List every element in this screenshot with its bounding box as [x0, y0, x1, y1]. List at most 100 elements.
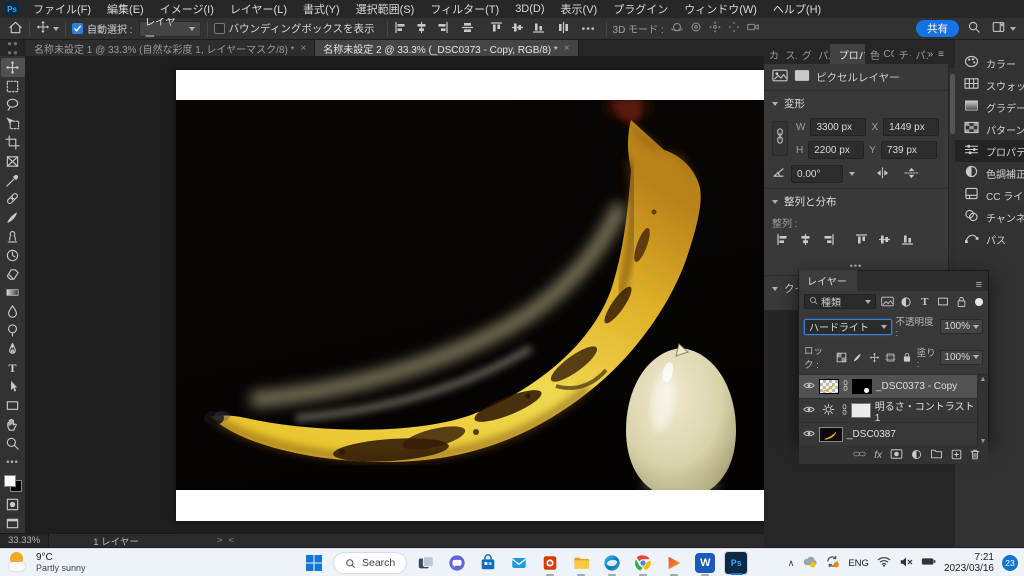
lasso-tool[interactable] [1, 96, 25, 115]
layer-name[interactable]: _DSC0373 - Copy [876, 381, 957, 392]
panel-tab[interactable]: チャ [894, 44, 911, 64]
section-chevron-icon[interactable] [772, 287, 778, 291]
menu-file[interactable]: ファイル(F) [25, 0, 99, 18]
flip-vertical-icon[interactable] [904, 167, 919, 182]
chat-app-icon[interactable] [445, 551, 469, 575]
link-dimensions-icon[interactable] [772, 121, 788, 156]
frame-tool[interactable] [1, 152, 25, 171]
notification-badge[interactable]: 23 [1002, 555, 1018, 571]
prop-align-center-h-icon[interactable] [799, 233, 812, 251]
search-icon[interactable] [967, 20, 981, 37]
layer-thumbnail[interactable] [819, 427, 843, 442]
menu-3d[interactable]: 3D(D) [507, 0, 552, 18]
canvas-area[interactable] [26, 56, 764, 533]
volume-muted-icon[interactable] [899, 556, 913, 571]
layers-scrollbar[interactable]: ▲ ▼ [977, 375, 988, 446]
layer-name[interactable]: _DSC0387 [847, 429, 896, 440]
menu-plugins[interactable]: プラグイン [605, 0, 676, 18]
scroll-up-icon[interactable]: ▲ [980, 376, 987, 383]
menu-view[interactable]: 表示(V) [553, 0, 606, 18]
filter-adjustment-layers-icon[interactable] [899, 295, 914, 309]
prop-align-bottom-icon[interactable] [901, 233, 914, 251]
filter-toggle-icon[interactable] [975, 298, 983, 306]
add-adjustment-icon[interactable] [911, 449, 922, 463]
lock-transparency-icon[interactable] [836, 350, 848, 364]
3d-pan-icon[interactable] [708, 20, 722, 37]
object-selection-tool[interactable] [1, 114, 25, 133]
document-canvas[interactable] [176, 70, 764, 521]
battery-icon[interactable] [921, 556, 936, 570]
flip-horizontal-icon[interactable] [875, 167, 890, 182]
bounding-box-checkbox[interactable] [214, 23, 225, 34]
brush-tool[interactable] [1, 208, 25, 227]
x-field[interactable]: 1449 px [883, 118, 939, 136]
panel-tab[interactable]: カ... [764, 44, 780, 64]
wifi-icon[interactable] [877, 556, 891, 570]
foreground-background-colors[interactable] [3, 474, 23, 494]
prop-align-right-icon[interactable] [822, 233, 835, 251]
section-chevron-icon[interactable] [772, 102, 778, 106]
workspace-caret-icon[interactable] [1010, 27, 1016, 31]
lock-pixels-icon[interactable] [852, 350, 864, 364]
width-field[interactable]: 3300 px [810, 118, 866, 136]
visibility-eye-icon[interactable] [803, 429, 815, 441]
store-app-icon[interactable] [476, 551, 500, 575]
move-tool-icon[interactable] [36, 20, 50, 37]
y-field[interactable]: 739 px [881, 141, 937, 159]
lock-artboard-icon[interactable] [884, 350, 896, 364]
distribute-v-icon[interactable] [557, 21, 570, 37]
chrome-browser-icon[interactable] [631, 551, 655, 575]
filter-pixel-layers-icon[interactable] [880, 295, 895, 309]
menu-type[interactable]: 書式(Y) [295, 0, 348, 18]
menu-edit[interactable]: 編集(E) [99, 0, 152, 18]
layer-row-dsc0373-copy[interactable]: _DSC0373 - Copy [799, 375, 988, 399]
office-app-icon[interactable] [538, 551, 562, 575]
eraser-tool[interactable] [1, 265, 25, 284]
new-group-icon[interactable] [930, 449, 943, 462]
status-next-icon[interactable]: > [217, 535, 223, 546]
layers-panel-header[interactable]: レイヤー ≡ [799, 271, 988, 291]
panel-tab[interactable]: グ... [797, 44, 813, 64]
brightness-contrast-icon[interactable] [819, 403, 838, 419]
visibility-eye-icon[interactable] [803, 405, 815, 417]
edit-toolbar-button[interactable]: ••• [1, 453, 25, 472]
panel-button-adjustments[interactable]: 色調補正 [955, 162, 1024, 184]
panel-menu-icon[interactable]: ≡ [938, 49, 944, 60]
layer-name[interactable]: 明るさ・コントラスト 1 [875, 398, 976, 424]
crop-tool[interactable] [1, 133, 25, 152]
share-button[interactable]: 共有 [916, 20, 959, 37]
filter-type-layers-icon[interactable]: T [917, 295, 932, 309]
align-left-icon[interactable] [394, 21, 407, 37]
panel-tab[interactable]: CC [879, 44, 894, 64]
new-layer-icon[interactable] [951, 449, 962, 463]
photoshop-taskbar-icon[interactable]: Ps [724, 551, 748, 575]
panel-button-color[interactable]: カラー [955, 52, 1024, 74]
media-app-icon[interactable] [662, 551, 686, 575]
align-center-h-icon[interactable] [415, 21, 428, 37]
align-right-icon[interactable] [436, 21, 449, 37]
status-prev-icon[interactable]: < [228, 535, 234, 546]
tab-overflow-icon[interactable]: » [928, 49, 934, 60]
foreground-color-swatch[interactable] [4, 475, 16, 487]
panel-button-paths[interactable]: パス [955, 228, 1024, 250]
task-view-button[interactable] [414, 551, 438, 575]
panel-button-patterns[interactable]: パターン [955, 118, 1024, 140]
mask-link-icon[interactable] [843, 380, 848, 394]
close-tab-icon[interactable]: × [564, 43, 570, 54]
move-tool[interactable] [1, 58, 25, 77]
menu-filter[interactable]: フィルター(T) [422, 0, 507, 18]
path-selection-tool[interactable] [1, 378, 25, 397]
add-mask-icon[interactable] [890, 449, 903, 462]
panel-button-channels[interactable]: チャンネル [955, 206, 1024, 228]
mask-link-icon[interactable] [842, 404, 847, 418]
prop-align-top-icon[interactable] [855, 233, 868, 251]
word-app-icon[interactable]: W [693, 551, 717, 575]
fill-field[interactable]: 100% [940, 350, 983, 365]
close-tab-icon[interactable]: × [300, 43, 306, 54]
panel-button-properties[interactable]: プロパティ [955, 140, 1024, 162]
align-middle-icon[interactable] [511, 21, 524, 37]
3d-camera-icon[interactable] [746, 20, 760, 37]
menu-layer[interactable]: レイヤー(L) [222, 0, 295, 18]
tray-status-icon[interactable] [802, 555, 817, 571]
3d-roll-icon[interactable] [689, 20, 703, 37]
